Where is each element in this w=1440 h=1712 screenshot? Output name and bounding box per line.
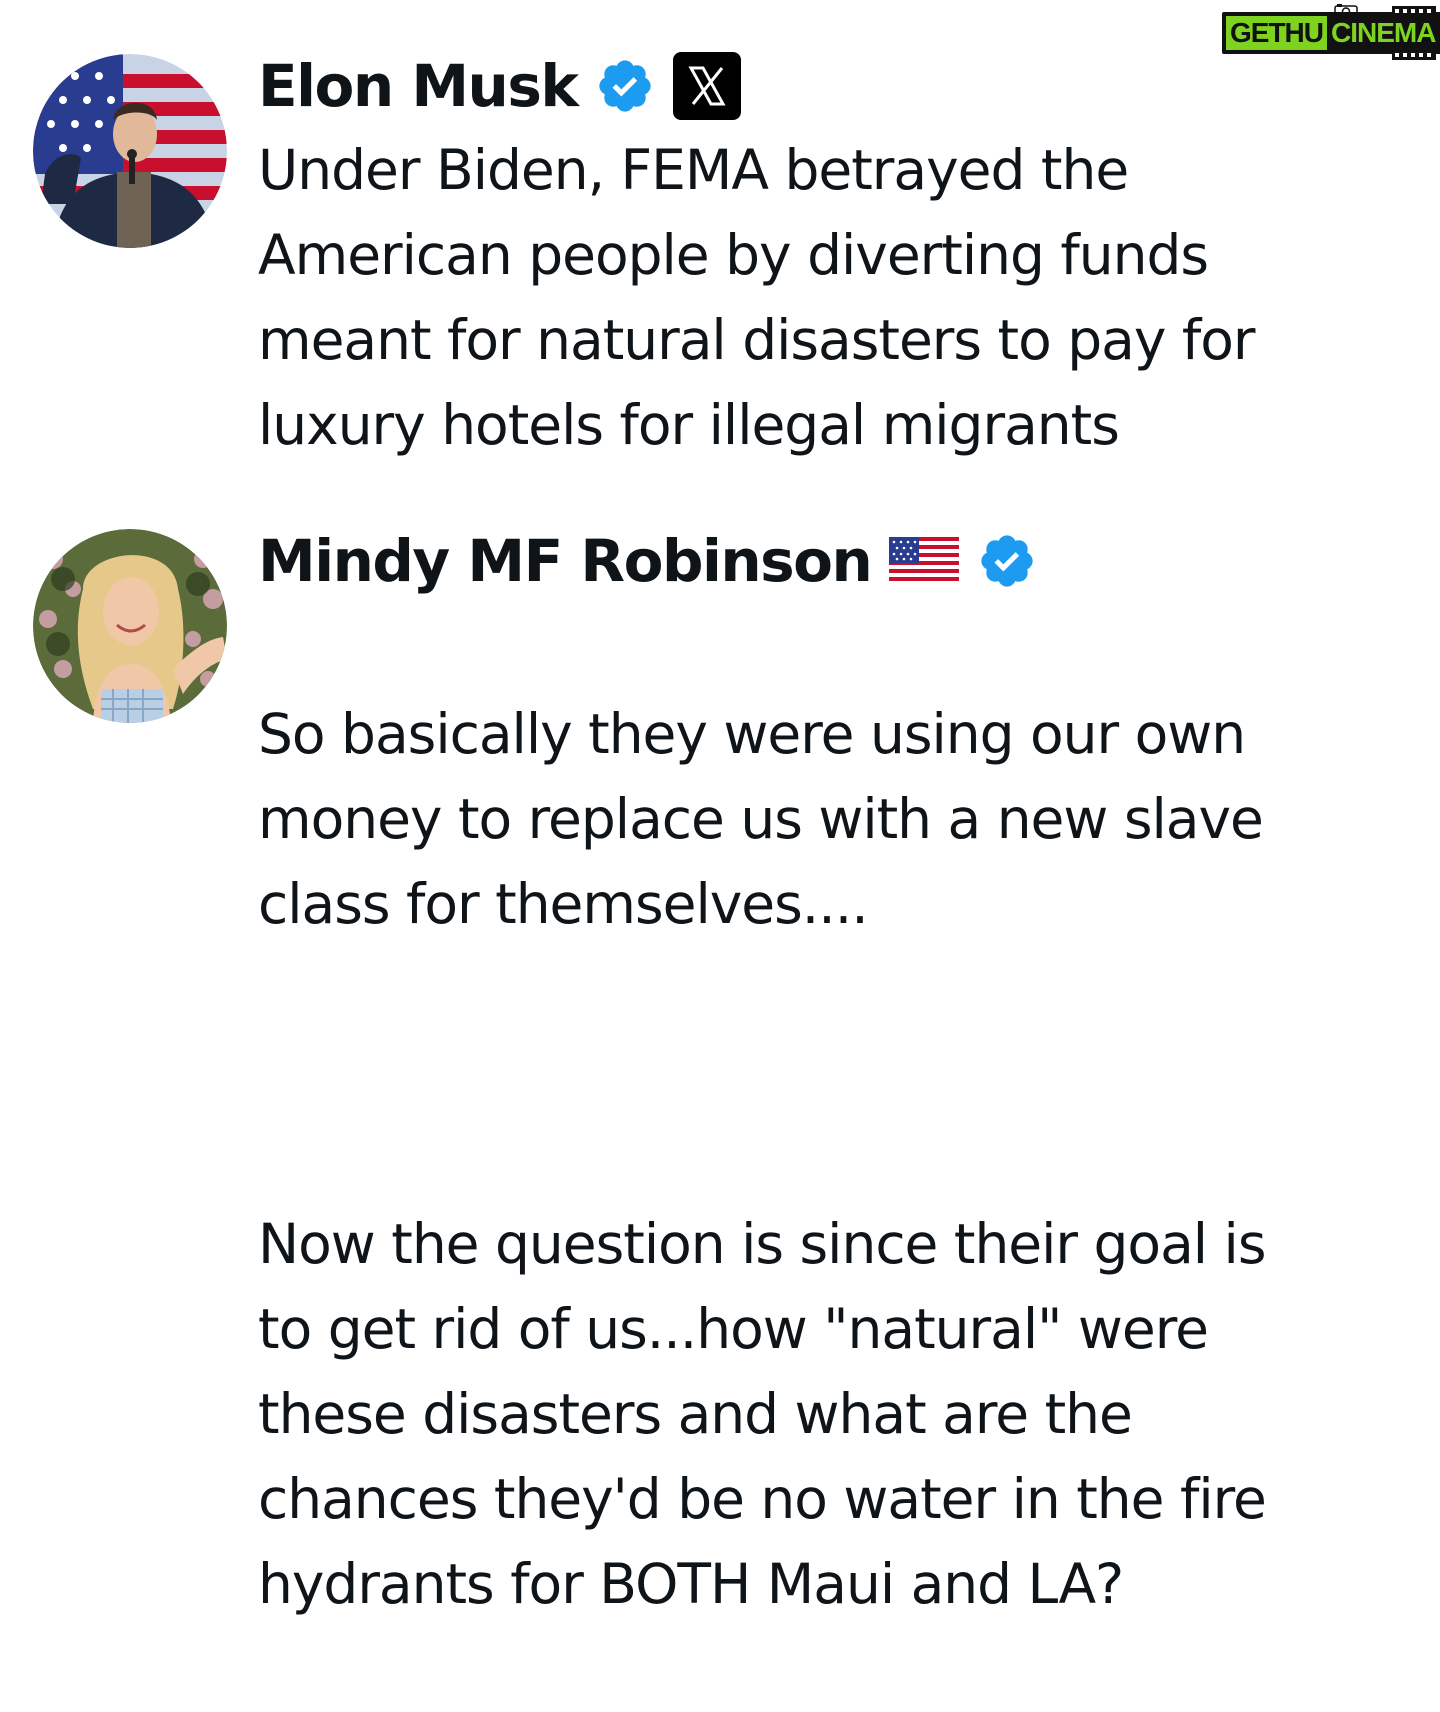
post-paragraph: So basically they were using our own mon… (258, 702, 1264, 936)
film-strip-icon (1392, 6, 1436, 60)
verified-badge-icon (977, 531, 1037, 591)
author-name[interactable]: Mindy MF Robinson (258, 527, 873, 595)
avatar[interactable] (33, 529, 227, 723)
post-text: Under Biden, FEMA betrayed the American … (258, 138, 1256, 457)
us-flag-icon (889, 537, 960, 585)
post-paragraph: Now the question is since their goal is … (258, 1212, 1267, 1616)
avatar-image (33, 54, 227, 248)
avatar-image (33, 529, 227, 723)
author-name[interactable]: Elon Musk (258, 52, 579, 120)
verified-badge-icon (595, 56, 655, 116)
watermark-text-primary: GETHU (1226, 16, 1327, 50)
camera-icon (1334, 4, 1358, 18)
post-text: So basically they were using our own mon… (258, 607, 1428, 1712)
post-header: Elon Musk (258, 48, 742, 124)
watermark-logo: GETHU CINEMA (1222, 4, 1440, 60)
avatar[interactable] (33, 54, 227, 248)
post-header: Mindy MF Robinson (258, 523, 1037, 599)
x-logo-icon (673, 52, 742, 120)
